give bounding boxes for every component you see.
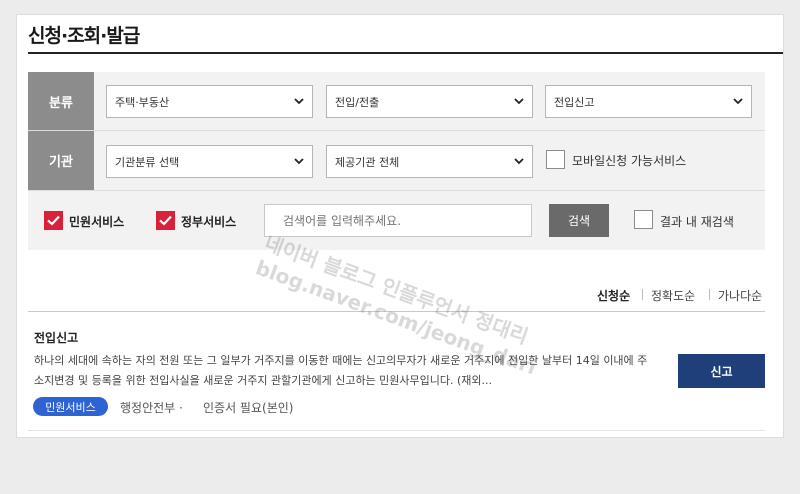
sort-divider	[642, 289, 643, 300]
provider-select-value: 제공기관 전체	[335, 155, 400, 169]
sort-option-apply[interactable]: 신청순	[597, 287, 630, 304]
sort-divider	[709, 289, 710, 300]
chevron-down-icon	[514, 158, 524, 165]
search-input[interactable]	[264, 204, 532, 237]
gov-service-label: 정부서비스	[181, 215, 237, 229]
page-title: 신청·조회·발급	[28, 25, 140, 47]
check-icon	[159, 215, 172, 226]
check-icon	[47, 215, 60, 226]
row-divider	[28, 190, 765, 191]
research-label: 결과 내 재검색	[660, 215, 734, 229]
agency-category-select-value: 기관분류 선택	[115, 155, 180, 169]
civil-service-label: 민원서비스	[69, 215, 125, 229]
agency-category-select[interactable]: 기관분류 선택	[106, 145, 313, 178]
result-title[interactable]: 전입신고	[34, 329, 78, 346]
category-select-1[interactable]: 주택·부동산	[106, 85, 313, 118]
bottom-divider	[28, 430, 765, 431]
gov-service-checkbox[interactable]	[156, 211, 175, 230]
mobile-service-checkbox[interactable]	[546, 150, 565, 169]
category-select-3[interactable]: 전입신고	[545, 85, 752, 118]
category-label: 분류	[28, 72, 94, 130]
list-divider	[28, 311, 765, 312]
result-auth: 인증서 필요(본인)	[203, 401, 294, 415]
result-description: 하나의 세대에 속하는 자의 전원 또는 그 일부가 거주지를 이동한 때에는 …	[34, 354, 648, 387]
row-divider	[28, 130, 765, 131]
research-checkbox[interactable]	[634, 210, 653, 229]
chevron-down-icon	[733, 98, 743, 105]
chevron-down-icon	[294, 98, 304, 105]
agency-label: 기관	[28, 131, 94, 190]
chevron-down-icon	[294, 158, 304, 165]
sort-option-accuracy[interactable]: 정확도순	[651, 287, 695, 304]
category-select-2[interactable]: 전입/전출	[326, 85, 533, 118]
mobile-service-label: 모바일신청 가능서비스	[572, 154, 687, 168]
search-button[interactable]: 검색	[549, 204, 609, 237]
provider-select[interactable]: 제공기관 전체	[326, 145, 533, 178]
service-badge: 민원서비스	[33, 397, 108, 416]
category-select-3-value: 전입신고	[554, 95, 595, 109]
category-select-1-value: 주택·부동산	[115, 95, 170, 109]
sort-option-alphabetical[interactable]: 가나다순	[718, 287, 762, 304]
apply-button[interactable]: 신고	[678, 354, 765, 388]
civil-service-checkbox[interactable]	[44, 211, 63, 230]
chevron-down-icon	[514, 98, 524, 105]
result-agency: 행정안전부 ·	[120, 401, 183, 415]
title-divider	[28, 52, 783, 54]
category-select-2-value: 전입/전출	[335, 95, 380, 109]
